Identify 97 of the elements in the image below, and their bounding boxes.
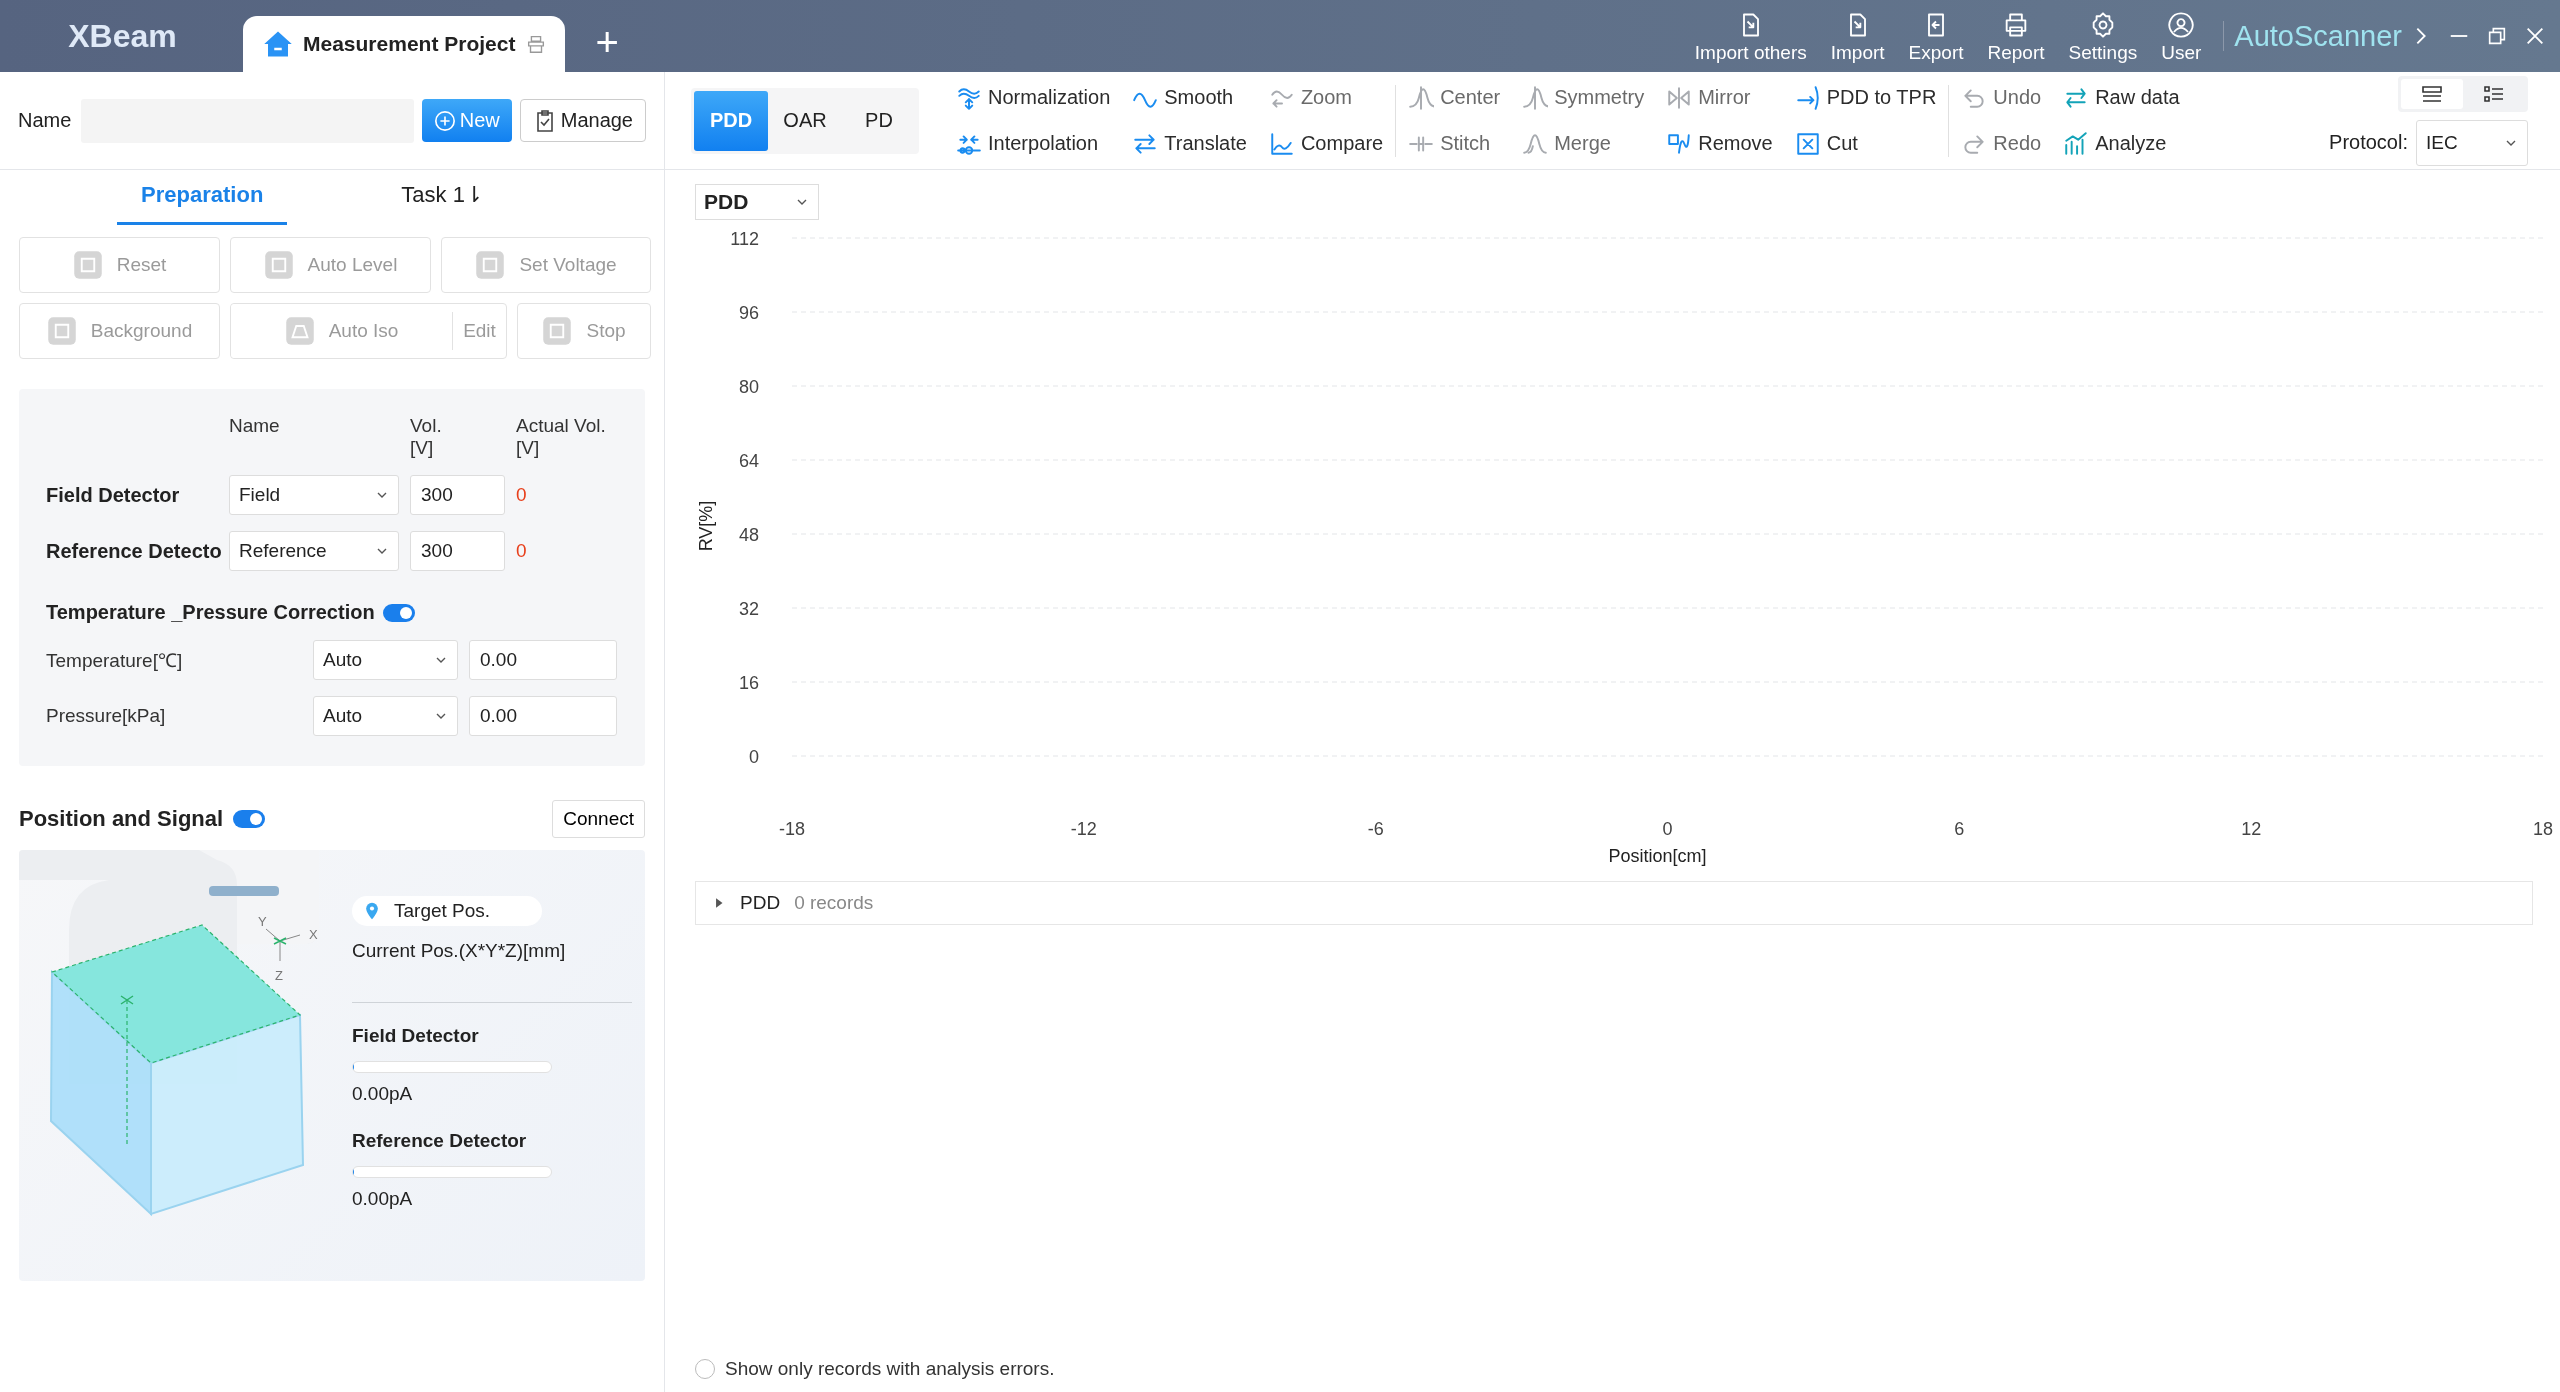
radio-button[interactable] bbox=[695, 1359, 715, 1379]
signal-reading: 0.00pA bbox=[352, 1188, 414, 1210]
axis-tick-label: 6 bbox=[1954, 819, 1965, 839]
add-tab-button[interactable]: + bbox=[595, 22, 619, 62]
tool-button[interactable]: Cut bbox=[1794, 130, 1937, 157]
app-logo: XBeam bbox=[67, 17, 178, 55]
panel-tab[interactable]: Task 1⇂ bbox=[377, 182, 507, 225]
detector-select[interactable]: Reference bbox=[229, 531, 399, 571]
axis-tick-label: 80 bbox=[738, 377, 759, 397]
detector-select[interactable]: Field bbox=[229, 475, 399, 515]
axis-tick-label: 12 bbox=[2241, 819, 2262, 839]
signal-reading: 0.00pA bbox=[352, 1083, 414, 1105]
user-icon bbox=[2167, 10, 2196, 39]
axis-tick-label: 0 bbox=[749, 747, 759, 767]
restore-icon[interactable] bbox=[2486, 25, 2508, 47]
axis-tick-label: 64 bbox=[738, 451, 759, 471]
mirror-icon bbox=[1666, 84, 1693, 111]
tool-button[interactable]: Normalization bbox=[956, 84, 1111, 111]
voltage-input[interactable]: 300 bbox=[410, 475, 505, 515]
axis-label: Y bbox=[258, 914, 267, 929]
axis-tick-label: -6 bbox=[1367, 819, 1384, 839]
toolbar-button[interactable]: Export bbox=[1896, 4, 1976, 68]
tool-button[interactable]: PDD to TPR bbox=[1794, 84, 1937, 111]
connect-button[interactable]: Connect bbox=[552, 800, 645, 838]
actual-voltage: 0 bbox=[516, 484, 528, 506]
tool-button[interactable]: Remove bbox=[1666, 130, 1773, 157]
voltage-input[interactable]: 300 bbox=[410, 531, 505, 571]
value-input[interactable]: 0.00 bbox=[469, 640, 617, 680]
chart-icon bbox=[1268, 130, 1295, 157]
toolbar-button[interactable]: Report bbox=[1975, 4, 2057, 68]
toggle-switch[interactable] bbox=[233, 810, 266, 828]
section-title: Position and Signal bbox=[19, 806, 224, 832]
detector-label: Field Detector bbox=[46, 483, 181, 507]
value-input[interactable]: 0.00 bbox=[469, 696, 617, 736]
axis-tick-label: 48 bbox=[738, 525, 759, 545]
parameter-label: Temperature[℃] bbox=[46, 649, 184, 673]
tool-button[interactable]: Compare bbox=[1268, 130, 1384, 157]
axis-tick-label: 0 bbox=[1662, 819, 1673, 839]
mode-select[interactable]: Auto bbox=[313, 640, 458, 680]
section-label: Temperature _Pressure Correction bbox=[46, 601, 375, 624]
axes-drawing bbox=[265, 928, 301, 962]
panel-tab[interactable]: Preparation bbox=[117, 182, 288, 225]
toggle-switch[interactable] bbox=[382, 603, 415, 622]
signal-label: Field Detector bbox=[352, 1025, 480, 1047]
toolbar-button[interactable]: User bbox=[2149, 4, 2214, 68]
axis-title: RV[%] bbox=[696, 500, 716, 552]
column-header: Vol. [V] bbox=[410, 415, 443, 459]
app-name: AutoScanner bbox=[2234, 19, 2402, 53]
chart-type-select[interactable]: PDD bbox=[695, 184, 819, 220]
axis-tick-label: 18 bbox=[2533, 819, 2553, 839]
toolbar-button[interactable]: Import bbox=[1818, 4, 1897, 68]
axis-tick-label: -12 bbox=[1070, 819, 1097, 839]
axis-label: X bbox=[309, 927, 318, 942]
axis-tick-label: 16 bbox=[738, 673, 759, 693]
tool-button[interactable]: Smooth bbox=[1132, 84, 1247, 111]
signal-label: Reference Detector bbox=[352, 1130, 528, 1152]
axis-label: Z bbox=[275, 968, 283, 983]
home-icon bbox=[263, 29, 293, 59]
current-position-label: Current Pos.(X*Y*Z)[mm] bbox=[352, 940, 567, 962]
cut-icon bbox=[1794, 130, 1821, 157]
field-label: Name bbox=[18, 109, 72, 132]
record-count: 0 records bbox=[794, 892, 874, 914]
tool-button[interactable]: Raw data bbox=[2063, 84, 2180, 111]
column-header: Actual Vol. [V] bbox=[516, 415, 607, 459]
axis-tick-label: 96 bbox=[738, 303, 759, 323]
mode-tab[interactable]: PD bbox=[842, 90, 916, 151]
tool-button[interactable]: Interpolation bbox=[956, 130, 1111, 157]
plus-circle-icon bbox=[433, 108, 456, 133]
toolbar-button[interactable]: Settings bbox=[2056, 4, 2150, 68]
actual-voltage: 0 bbox=[516, 540, 528, 562]
tool-button[interactable]: Translate bbox=[1132, 130, 1247, 157]
manage-button[interactable]: Manage bbox=[519, 99, 646, 142]
arrow-icon bbox=[1794, 84, 1821, 111]
close-icon[interactable] bbox=[2524, 25, 2546, 47]
mode-select[interactable]: Auto bbox=[313, 696, 458, 736]
axis-tick-label: 112 bbox=[730, 229, 759, 249]
toolbar-button[interactable]: Import others bbox=[1682, 4, 1819, 68]
mode-tab[interactable]: OAR bbox=[768, 90, 842, 151]
axis-tick-label: -18 bbox=[779, 819, 805, 839]
rows-view-button[interactable] bbox=[2401, 78, 2463, 109]
axis-tick-label: 32 bbox=[738, 599, 759, 619]
parameter-label: Pressure[kPa] bbox=[46, 705, 167, 727]
project-tab[interactable]: Measurement Project bbox=[243, 16, 566, 72]
field-label: Protocol: bbox=[2329, 131, 2408, 154]
target-position-pill[interactable]: Target Pos. bbox=[352, 896, 542, 926]
record-group-name: PDD bbox=[740, 892, 781, 914]
bar-chart-icon bbox=[2063, 130, 2090, 157]
protocol-select[interactable]: IEC bbox=[2416, 119, 2528, 166]
tool-button[interactable]: Analyze bbox=[2063, 130, 2180, 157]
bell-curve-icon bbox=[1408, 84, 1435, 111]
tray-icon bbox=[284, 316, 315, 346]
column-header: Name bbox=[229, 415, 281, 437]
axis-title: Position[cm] bbox=[1608, 846, 1707, 866]
bell-curve-icon bbox=[1522, 84, 1549, 111]
option-label: Show only records with analysis errors. bbox=[725, 1358, 1055, 1380]
stop-icon bbox=[542, 316, 573, 346]
records-row[interactable]: PDD 0 records bbox=[695, 881, 2533, 925]
